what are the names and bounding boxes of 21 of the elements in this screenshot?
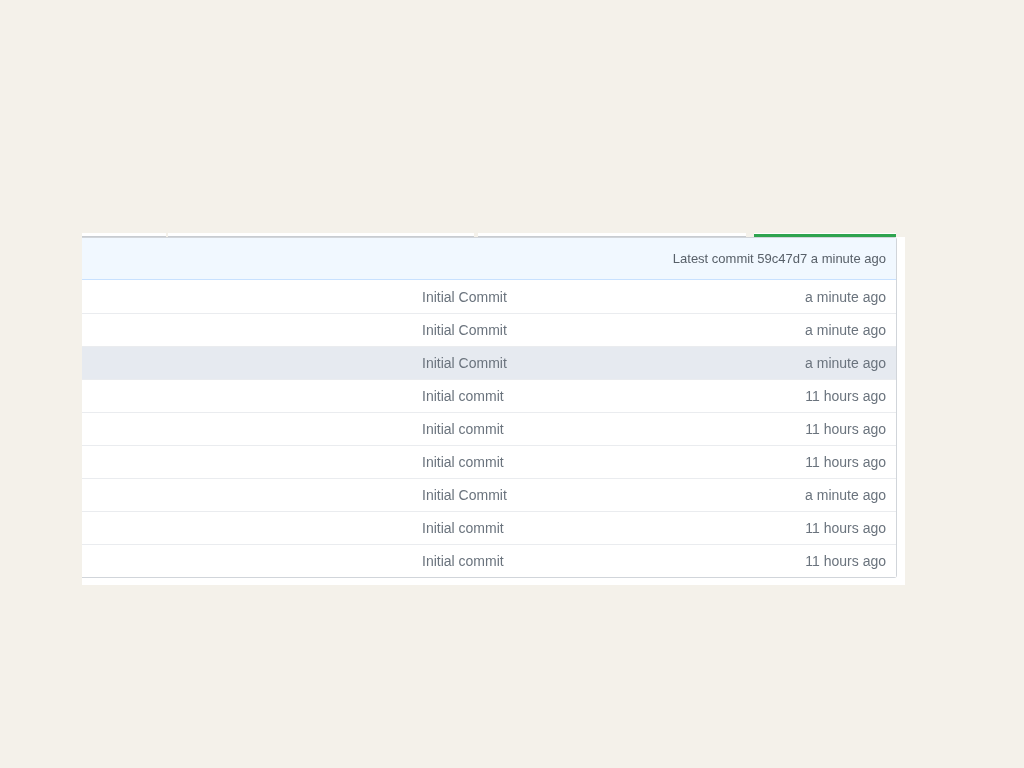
commit-age: 11 hours ago xyxy=(805,553,886,569)
commit-message[interactable]: Initial commit xyxy=(422,553,504,569)
file-row[interactable]: Initial Commit a minute ago xyxy=(82,346,896,379)
commit-message[interactable]: Initial Commit xyxy=(422,288,507,305)
commit-age: 11 hours ago xyxy=(805,388,886,404)
commit-message[interactable]: Initial Commit xyxy=(422,355,507,371)
commit-message[interactable]: Initial Commit xyxy=(422,487,507,503)
commit-message[interactable]: Initial commit xyxy=(422,520,504,536)
latest-commit-text: Latest commit 59c47d7 a minute ago xyxy=(672,251,886,266)
commit-age: 11 hours ago xyxy=(805,421,886,437)
commit-age: 11 hours ago xyxy=(805,520,886,536)
commit-message[interactable]: Initial commit xyxy=(422,454,504,470)
commit-age: 11 hours ago xyxy=(805,454,886,470)
commit-message[interactable]: Initial commit xyxy=(422,421,504,437)
commit-age: a minute ago xyxy=(805,487,886,503)
file-row[interactable]: Initial commit 11 hours ago xyxy=(82,544,896,577)
commit-age: a minute ago xyxy=(805,322,886,338)
commit-age: a minute ago xyxy=(805,288,886,305)
commit-message[interactable]: Initial Commit xyxy=(422,322,507,338)
commit-age: a minute ago xyxy=(805,355,886,371)
commit-message[interactable]: Initial commit xyxy=(422,388,504,404)
